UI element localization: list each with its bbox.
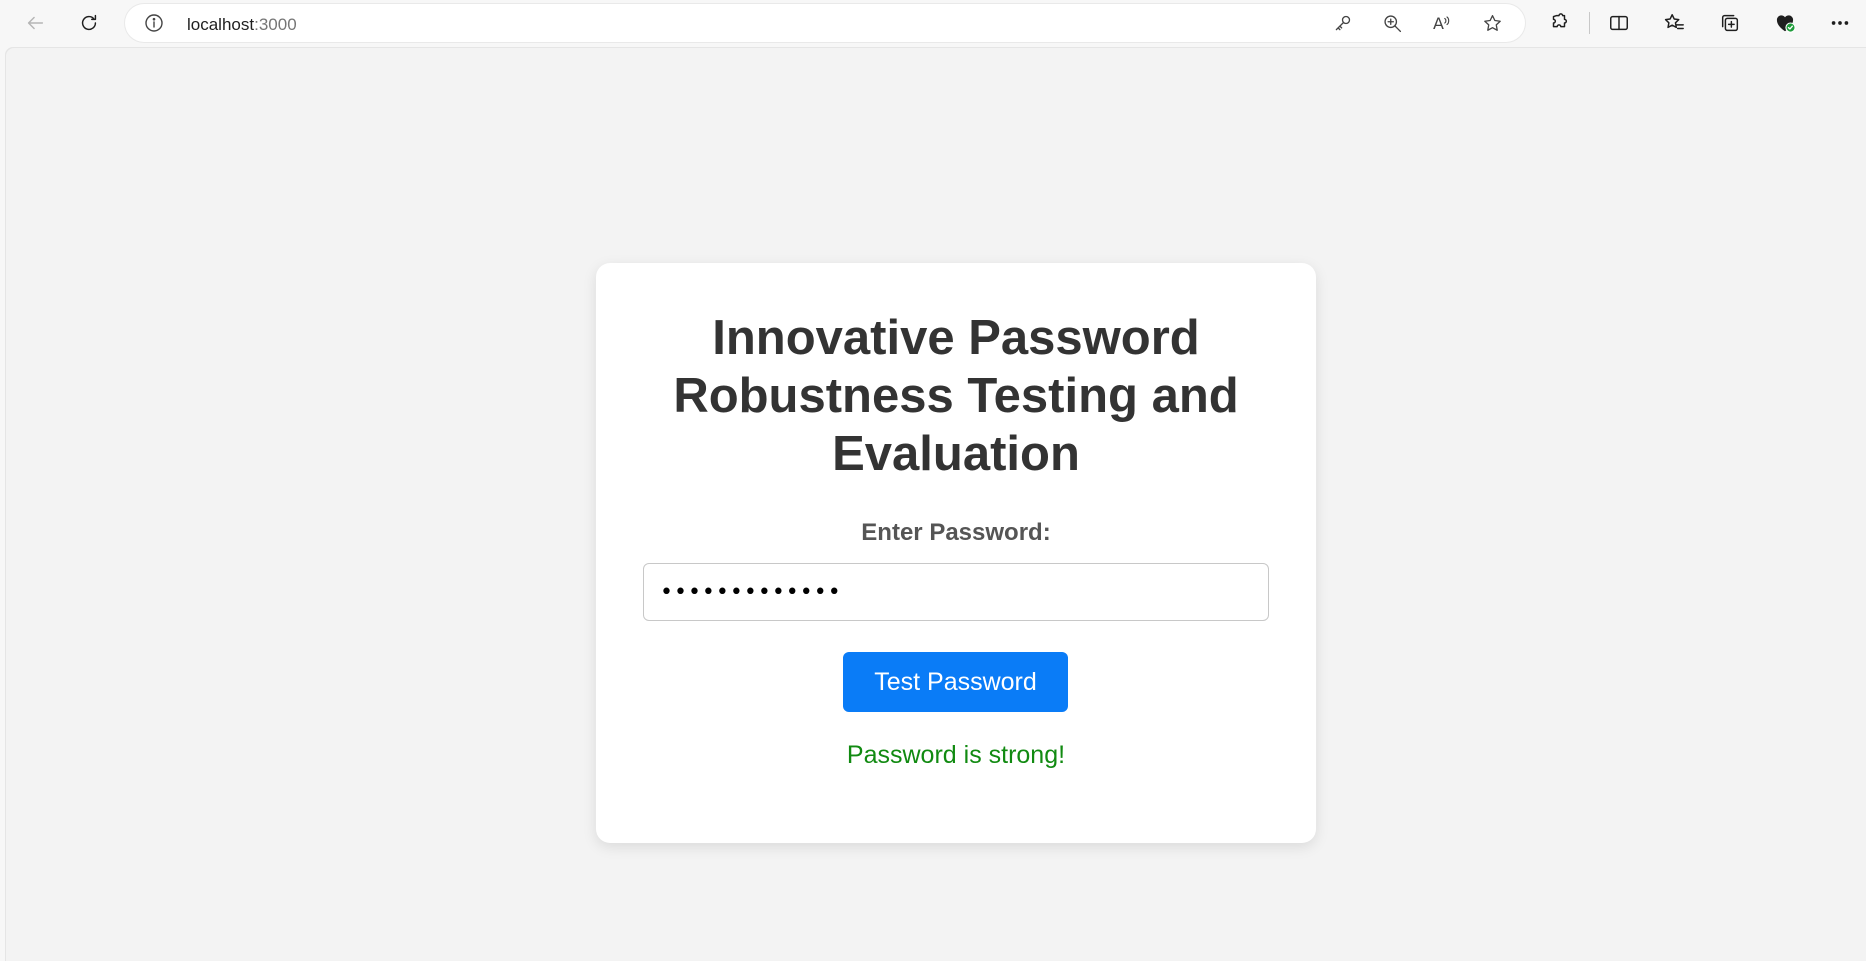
split-screen-icon [1610, 15, 1628, 31]
browser-toolbar: localhost:3000 A [0, 0, 1866, 46]
password-input[interactable] [643, 563, 1269, 621]
favorite-star-icon[interactable] [1480, 11, 1504, 35]
toolbar-divider [1589, 12, 1590, 34]
read-aloud-icon[interactable]: A [1430, 11, 1454, 35]
favorites-button[interactable] [1656, 5, 1692, 41]
more-options-button[interactable] [1822, 5, 1858, 41]
extensions-button[interactable] [1541, 5, 1577, 41]
browser-essentials-icon [1776, 15, 1796, 33]
page-title: Innovative Password Robustness Testing a… [673, 311, 1239, 481]
url-host: localhost [187, 15, 255, 34]
back-button[interactable] [17, 5, 53, 41]
split-screen-button[interactable] [1601, 5, 1637, 41]
collections-button[interactable] [1712, 5, 1748, 41]
test-password-button[interactable]: Test Password [843, 652, 1068, 712]
zoom-icon[interactable] [1380, 11, 1404, 35]
refresh-button[interactable] [71, 5, 107, 41]
address-bar[interactable]: localhost:3000 A [125, 4, 1525, 42]
favorites-icon [1664, 14, 1684, 30]
read-aloud-glyph: A [1433, 13, 1444, 33]
password-result-message: Password is strong! [846, 741, 1066, 769]
extensions-icon [1552, 13, 1568, 28]
url-port: :3000 [254, 15, 297, 34]
more-options-icon [1831, 21, 1849, 25]
refresh-icon [81, 14, 97, 31]
password-label: Enter Password: [861, 519, 1051, 546]
back-arrow-icon [27, 16, 44, 30]
key-icon[interactable] [1330, 11, 1354, 35]
page-viewport: Innovative Password Robustness Testing a… [5, 47, 1866, 961]
url-text[interactable]: localhost:3000 [187, 15, 297, 35]
collections-icon [1721, 14, 1739, 32]
info-icon[interactable] [144, 13, 164, 33]
browser-essentials-button[interactable] [1767, 5, 1803, 41]
password-test-card: Innovative Password Robustness Testing a… [596, 263, 1316, 843]
